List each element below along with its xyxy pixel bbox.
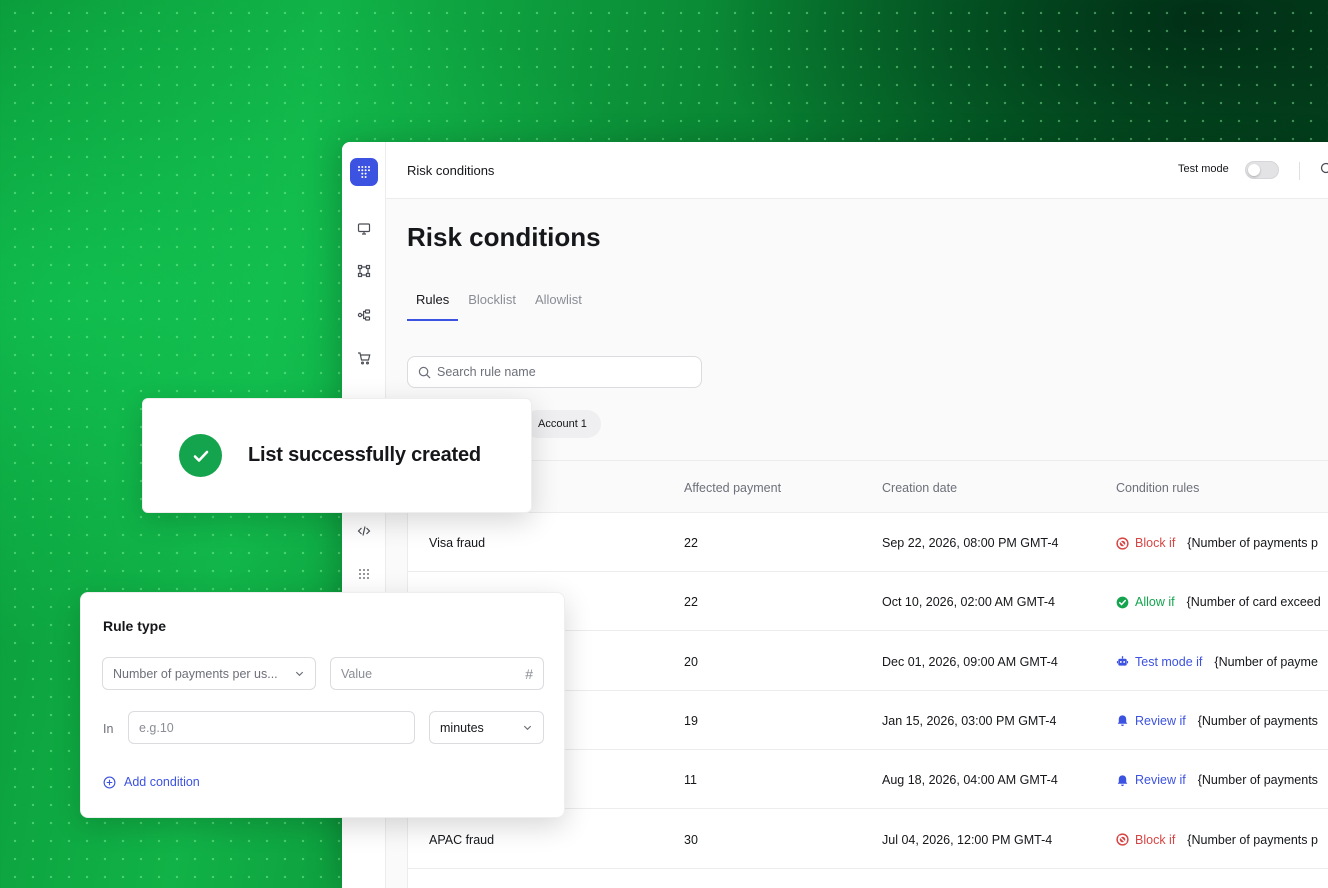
plus-circle-icon bbox=[103, 776, 116, 789]
top-bar: Risk conditions Test mode bbox=[386, 142, 1328, 199]
page-title: Risk conditions bbox=[407, 222, 601, 252]
rule-condition-text: {Number of payments p bbox=[1187, 536, 1318, 550]
toast-message: List successfully created bbox=[248, 444, 481, 466]
rule-action-label[interactable]: Review if bbox=[1135, 714, 1186, 728]
column-header-rules[interactable]: Condition rules bbox=[1116, 481, 1199, 495]
add-condition-label: Add condition bbox=[124, 775, 200, 789]
nodes-icon[interactable] bbox=[354, 261, 374, 281]
rule-condition-text: {Number of payments bbox=[1197, 713, 1318, 728]
rule-action-label[interactable]: Review if bbox=[1135, 773, 1186, 787]
check-circle-icon bbox=[179, 434, 222, 477]
code-icon[interactable] bbox=[354, 521, 374, 541]
condition-rule-cell: Allow if {Number of card exceed bbox=[1116, 595, 1321, 609]
affected-payment-cell: 30 bbox=[684, 832, 698, 847]
unit-select[interactable]: minutes bbox=[429, 711, 544, 744]
affected-payment-cell: 11 bbox=[684, 773, 697, 788]
block-icon bbox=[1116, 536, 1129, 550]
creation-date-cell: Jul 04, 2026, 12:00 PM GMT-4 bbox=[882, 832, 1053, 847]
creation-date-cell: Aug 18, 2026, 04:00 AM GMT-4 bbox=[882, 773, 1058, 788]
flow-icon[interactable] bbox=[354, 305, 374, 325]
condition-rule-cell: Block if {Number of payments p bbox=[1116, 536, 1318, 550]
interval-field[interactable] bbox=[128, 711, 415, 744]
success-toast: List successfully created bbox=[142, 398, 532, 513]
app-logo-icon[interactable] bbox=[350, 158, 378, 186]
rule-type-card: Rule type Number of payments per us... #… bbox=[80, 592, 565, 818]
robot-icon bbox=[1116, 655, 1129, 668]
rule-action-label[interactable]: Block if bbox=[1135, 536, 1175, 550]
tab-bar: Rules Blocklist Allowlist bbox=[407, 290, 592, 321]
account-filter-chip[interactable]: Account 1 bbox=[524, 410, 601, 438]
condition-rule-cell: Block if {Number of payments p bbox=[1116, 833, 1318, 847]
cart-icon[interactable] bbox=[354, 348, 374, 368]
rule-name-cell: Visa fraud bbox=[429, 536, 486, 550]
condition-rule-cell: Review if {Number of payments bbox=[1116, 773, 1318, 787]
test-mode-toggle[interactable] bbox=[1245, 161, 1279, 179]
affected-payment-cell: 19 bbox=[684, 713, 698, 728]
rule-condition-text: {Number of payme bbox=[1214, 654, 1318, 669]
rule-type-title: Rule type bbox=[103, 618, 167, 634]
tab-blocklist[interactable]: Blocklist bbox=[459, 290, 525, 321]
table-header: Affected payment Creation date Condition… bbox=[408, 461, 1328, 513]
hash-icon: # bbox=[525, 665, 533, 682]
column-header-date[interactable]: Creation date bbox=[882, 481, 957, 495]
interval-input[interactable] bbox=[139, 720, 404, 735]
rule-condition-text: {Number of card exceed bbox=[1186, 595, 1321, 610]
test-mode-label: Test mode bbox=[1178, 163, 1229, 175]
rule-condition-text: {Number of payments p bbox=[1187, 832, 1318, 847]
bell-icon bbox=[1116, 714, 1129, 727]
affected-payment-cell: 20 bbox=[684, 654, 698, 669]
block-icon bbox=[1116, 833, 1129, 846]
search-input[interactable] bbox=[437, 365, 687, 379]
monitor-icon[interactable] bbox=[354, 219, 374, 239]
column-header-affected[interactable]: Affected payment bbox=[684, 481, 781, 495]
table-row[interactable]: APAC fraud 30 Jul 04, 2026, 12:00 PM GMT-4… bbox=[408, 810, 1328, 869]
unit-select-value: minutes bbox=[440, 720, 484, 735]
creation-date-cell: Dec 01, 2026, 09:00 AM GMT-4 bbox=[882, 654, 1058, 669]
search-icon bbox=[418, 366, 431, 379]
affected-payment-cell: 22 bbox=[684, 536, 698, 550]
in-label: In bbox=[103, 722, 114, 736]
add-condition-button[interactable]: Add condition bbox=[103, 775, 200, 789]
creation-date-cell: Oct 10, 2026, 02:00 AM GMT-4 bbox=[882, 595, 1056, 610]
chevron-down-icon bbox=[294, 668, 305, 679]
grid-dots-icon[interactable] bbox=[354, 564, 374, 584]
creation-date-cell: Jan 15, 2026, 03:00 PM GMT-4 bbox=[882, 713, 1057, 728]
value-input[interactable] bbox=[341, 666, 526, 681]
rule-condition-text: {Number of payments bbox=[1197, 773, 1318, 788]
condition-rule-cell: Review if {Number of payments bbox=[1116, 714, 1318, 728]
rule-action-label[interactable]: Block if bbox=[1135, 833, 1175, 847]
affected-payment-cell: 22 bbox=[684, 595, 698, 610]
chevron-down-icon bbox=[522, 722, 533, 733]
rule-action-label[interactable]: Allow if bbox=[1135, 595, 1175, 609]
value-field[interactable]: # bbox=[330, 657, 544, 690]
table-row[interactable]: Visa fraud 22 Sep 22, 2026, 08:00 PM GMT-4… bbox=[408, 513, 1328, 572]
check-circle-icon bbox=[1116, 596, 1129, 609]
creation-date-cell: Sep 22, 2026, 08:00 PM GMT-4 bbox=[882, 536, 1059, 550]
metric-select[interactable]: Number of payments per us... bbox=[102, 657, 316, 690]
tab-allowlist[interactable]: Allowlist bbox=[526, 290, 591, 321]
condition-rule-cell: Test mode if {Number of payme bbox=[1116, 655, 1318, 669]
search-icon[interactable] bbox=[1320, 162, 1328, 181]
metric-select-value: Number of payments per us... bbox=[113, 666, 278, 681]
topbar-divider bbox=[1299, 162, 1300, 180]
breadcrumb[interactable]: Risk conditions bbox=[407, 163, 494, 178]
rule-search-box bbox=[407, 356, 702, 388]
rule-action-label[interactable]: Test mode if bbox=[1135, 655, 1202, 669]
bell-icon bbox=[1116, 774, 1129, 787]
rule-name-cell: APAC fraud bbox=[429, 832, 495, 847]
tab-rules[interactable]: Rules bbox=[407, 290, 459, 321]
